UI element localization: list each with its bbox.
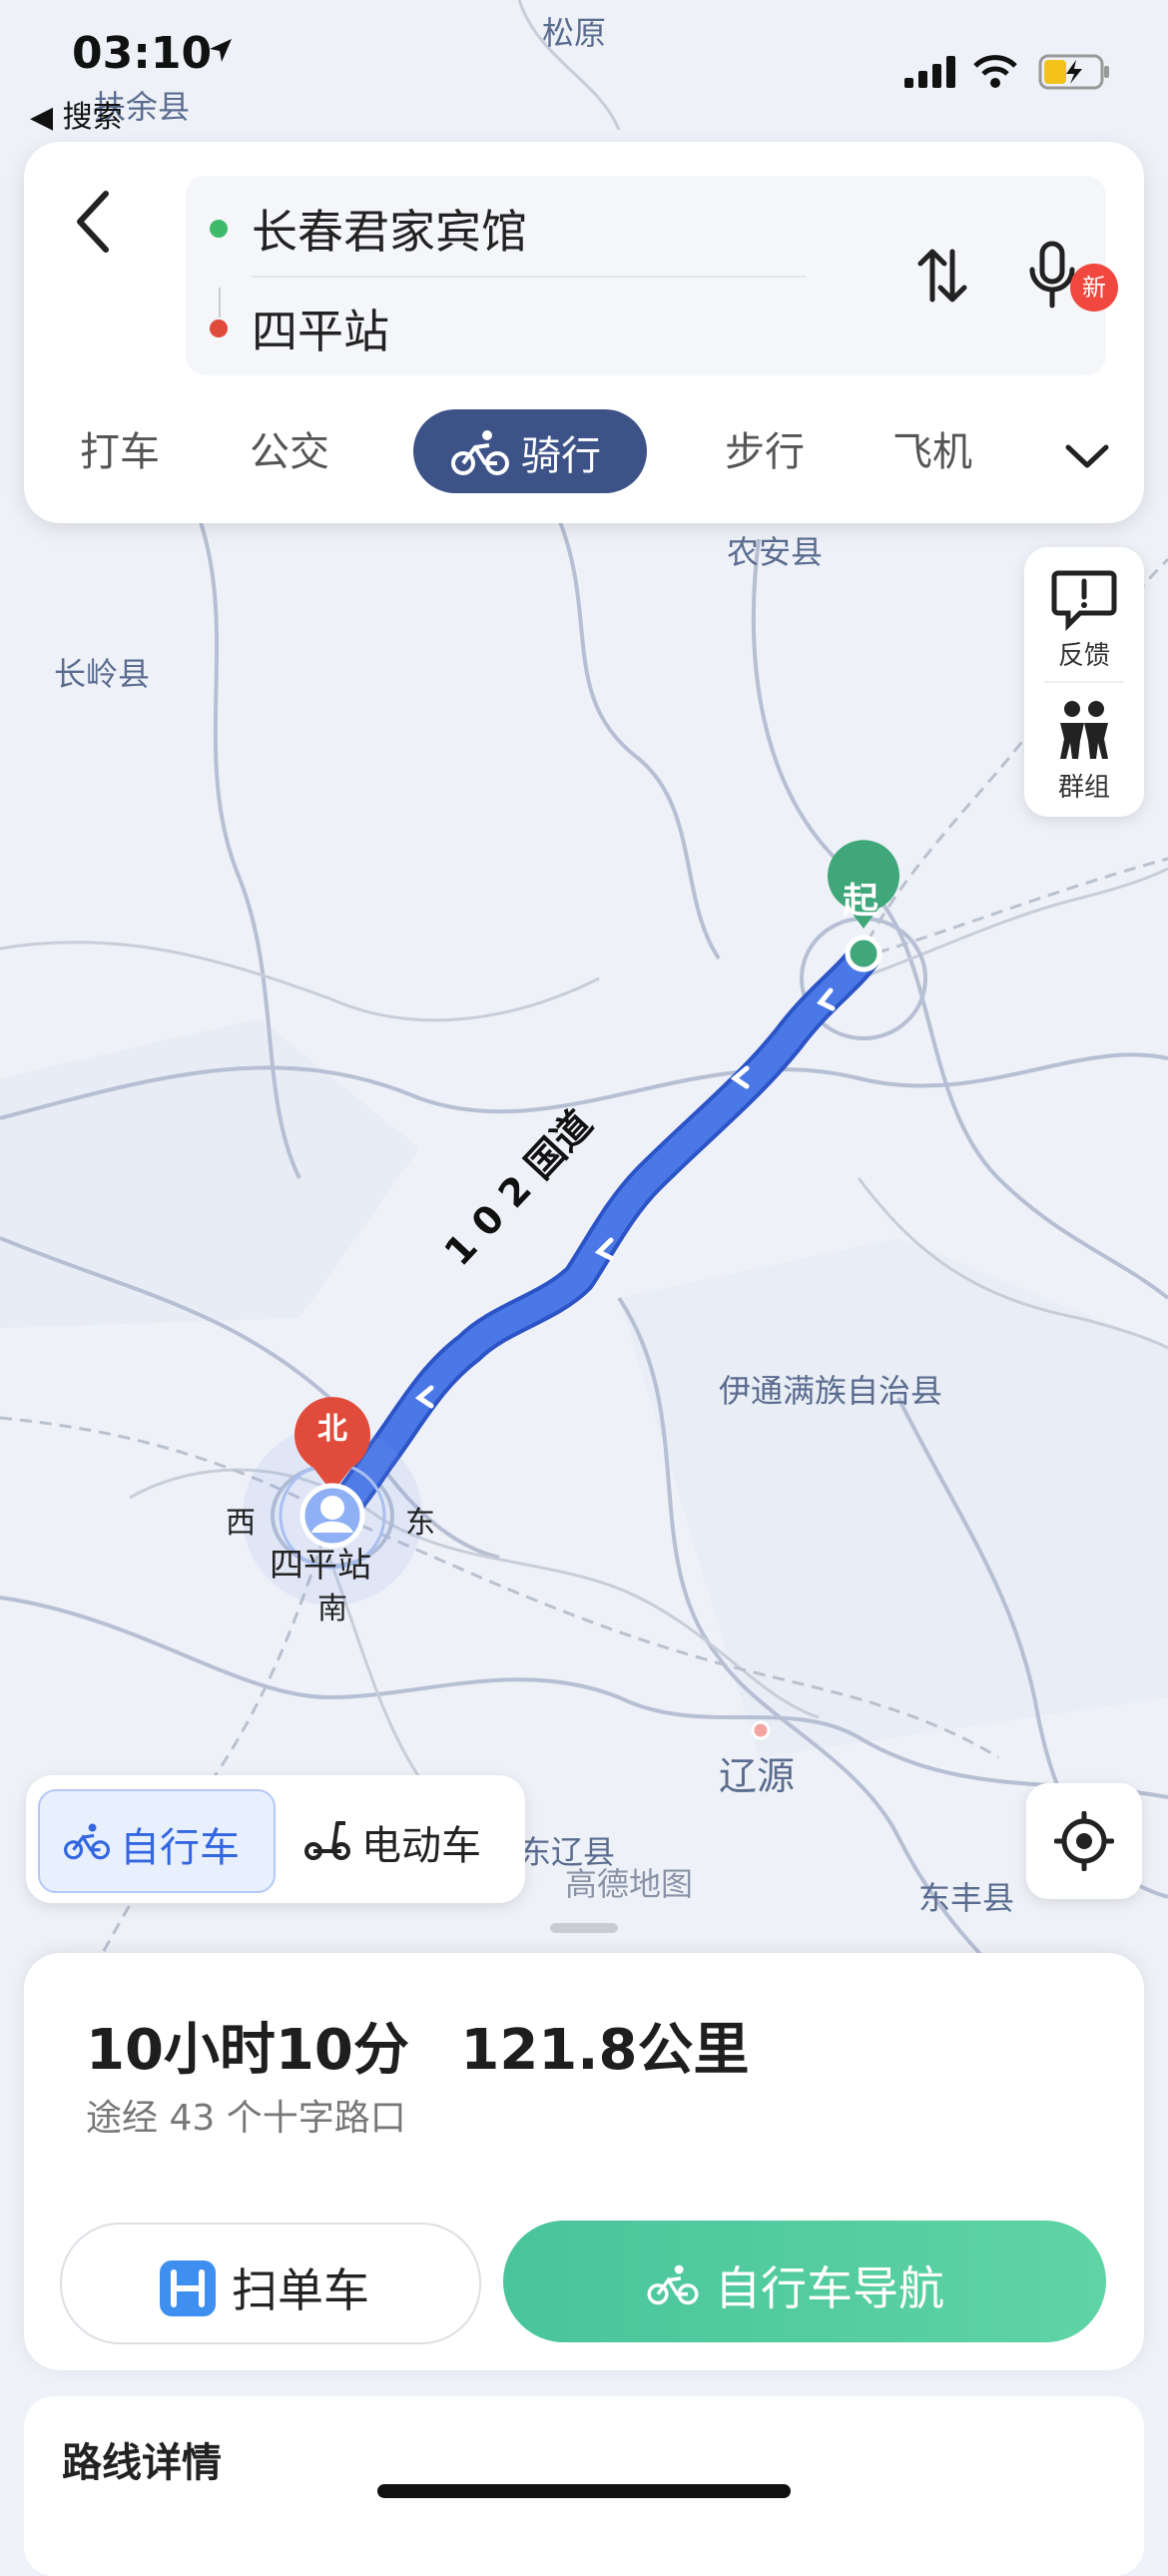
group-button[interactable]: 群组	[1024, 683, 1144, 817]
hellobike-logo-icon	[160, 2260, 216, 2316]
compass-south: 南	[317, 1592, 347, 1626]
ebike-option[interactable]: 电动车	[282, 1789, 515, 1889]
bicycle-option-label: 自行车	[120, 1825, 240, 1871]
origin-dot	[210, 220, 228, 238]
origin-field[interactable]: 长春君家宾馆	[252, 196, 527, 262]
crosshair-icon	[1054, 1811, 1114, 1871]
new-badge: 新	[1070, 264, 1118, 312]
compass-north: 北	[317, 1412, 347, 1447]
locate-button[interactable]	[1026, 1783, 1142, 1899]
microphone-icon[interactable]	[1026, 240, 1078, 312]
feedback-label: 反馈	[1057, 641, 1110, 671]
map-watermark: 高德地图	[565, 1865, 694, 1903]
bicycle-icon	[451, 430, 509, 475]
bicycle-option[interactable]: 自行车	[38, 1789, 276, 1893]
group-icon	[1060, 701, 1108, 759]
home-indicator[interactable]	[377, 2484, 791, 2498]
map-label-siping-station: 四平站	[270, 1546, 371, 1586]
map-label-changling: 长岭县	[54, 655, 151, 693]
route-connector	[219, 288, 221, 318]
tab-cycling[interactable]: 骑行	[413, 409, 647, 493]
destination-field[interactable]: 四平站	[252, 296, 389, 361]
scooter-icon	[304, 1821, 350, 1860]
tab-transit[interactable]: 公交	[250, 419, 329, 477]
bike-navigation-label: 自行车导航	[715, 2261, 944, 2315]
tab-walking[interactable]: 步行	[725, 419, 805, 477]
route-distance: 121.8公里	[460, 2018, 750, 2083]
bicycle-icon	[64, 1823, 110, 1860]
wifi-icon	[973, 55, 1017, 88]
destination-dot	[210, 320, 228, 337]
compass-west: 西	[226, 1506, 256, 1541]
route-summary-card: 10小时10分 121.8公里 途经 43 个十字路口 扫单车 自行车导航	[24, 1953, 1144, 2370]
route-summary: 10小时10分 121.8公里	[86, 2005, 750, 2086]
feedback-icon	[1051, 570, 1117, 631]
route-details-title: 路线详情	[62, 2440, 222, 2486]
back-to-app[interactable]: ◀ 搜索	[30, 92, 123, 136]
map-label-nongan: 农安县	[727, 533, 824, 571]
chevron-down-icon[interactable]	[1062, 435, 1112, 475]
map-label-yitong: 伊通满族自治县	[719, 1372, 943, 1410]
status-bar: 03:10 ◀ 搜索	[0, 0, 1168, 140]
swap-icon[interactable]	[914, 246, 970, 306]
bike-navigation-button[interactable]: 自行车导航	[503, 2221, 1106, 2342]
status-time: 03:10	[72, 28, 213, 79]
feedback-button[interactable]: 反馈	[1024, 547, 1144, 681]
map-label-liaoyuan: 辽源	[719, 1754, 796, 1798]
scan-bike-label: 扫单车	[232, 2263, 369, 2317]
start-marker: 起	[843, 881, 879, 922]
bicycle-icon	[647, 2264, 699, 2305]
back-icon[interactable]	[64, 182, 124, 262]
route-divider	[252, 276, 807, 278]
group-label: 群组	[1057, 773, 1110, 803]
tab-taxi[interactable]: 打车	[80, 419, 160, 477]
map-label-dongfeng: 东丰县	[918, 1879, 1015, 1917]
route-search-card: 长春君家宾馆 四平站 打车 公交 骑行 步行 飞机	[24, 142, 1144, 523]
transport-mode-tabs: 打车 公交 骑行 步行 飞机	[24, 391, 1144, 493]
tab-flight[interactable]: 飞机	[892, 419, 972, 477]
route-duration: 10小时10分	[86, 2018, 409, 2083]
tab-cycling-label: 骑行	[521, 433, 601, 479]
signal-icon	[904, 56, 955, 88]
battery-icon	[1038, 54, 1109, 90]
sheet-drag-handle[interactable]	[550, 1923, 618, 1933]
route-input-box: 长春君家宾馆 四平站	[186, 176, 1106, 375]
ebike-option-label: 电动车	[361, 1823, 481, 1869]
scan-bike-button[interactable]: 扫单车	[60, 2223, 481, 2344]
map-side-panel: 反馈 群组	[1024, 547, 1144, 817]
vehicle-type-toggle: 自行车 电动车	[26, 1775, 525, 1903]
location-arrow-icon	[210, 39, 232, 62]
route-via: 途经 43 个十字路口	[86, 2098, 406, 2139]
compass-east: 东	[405, 1506, 435, 1541]
